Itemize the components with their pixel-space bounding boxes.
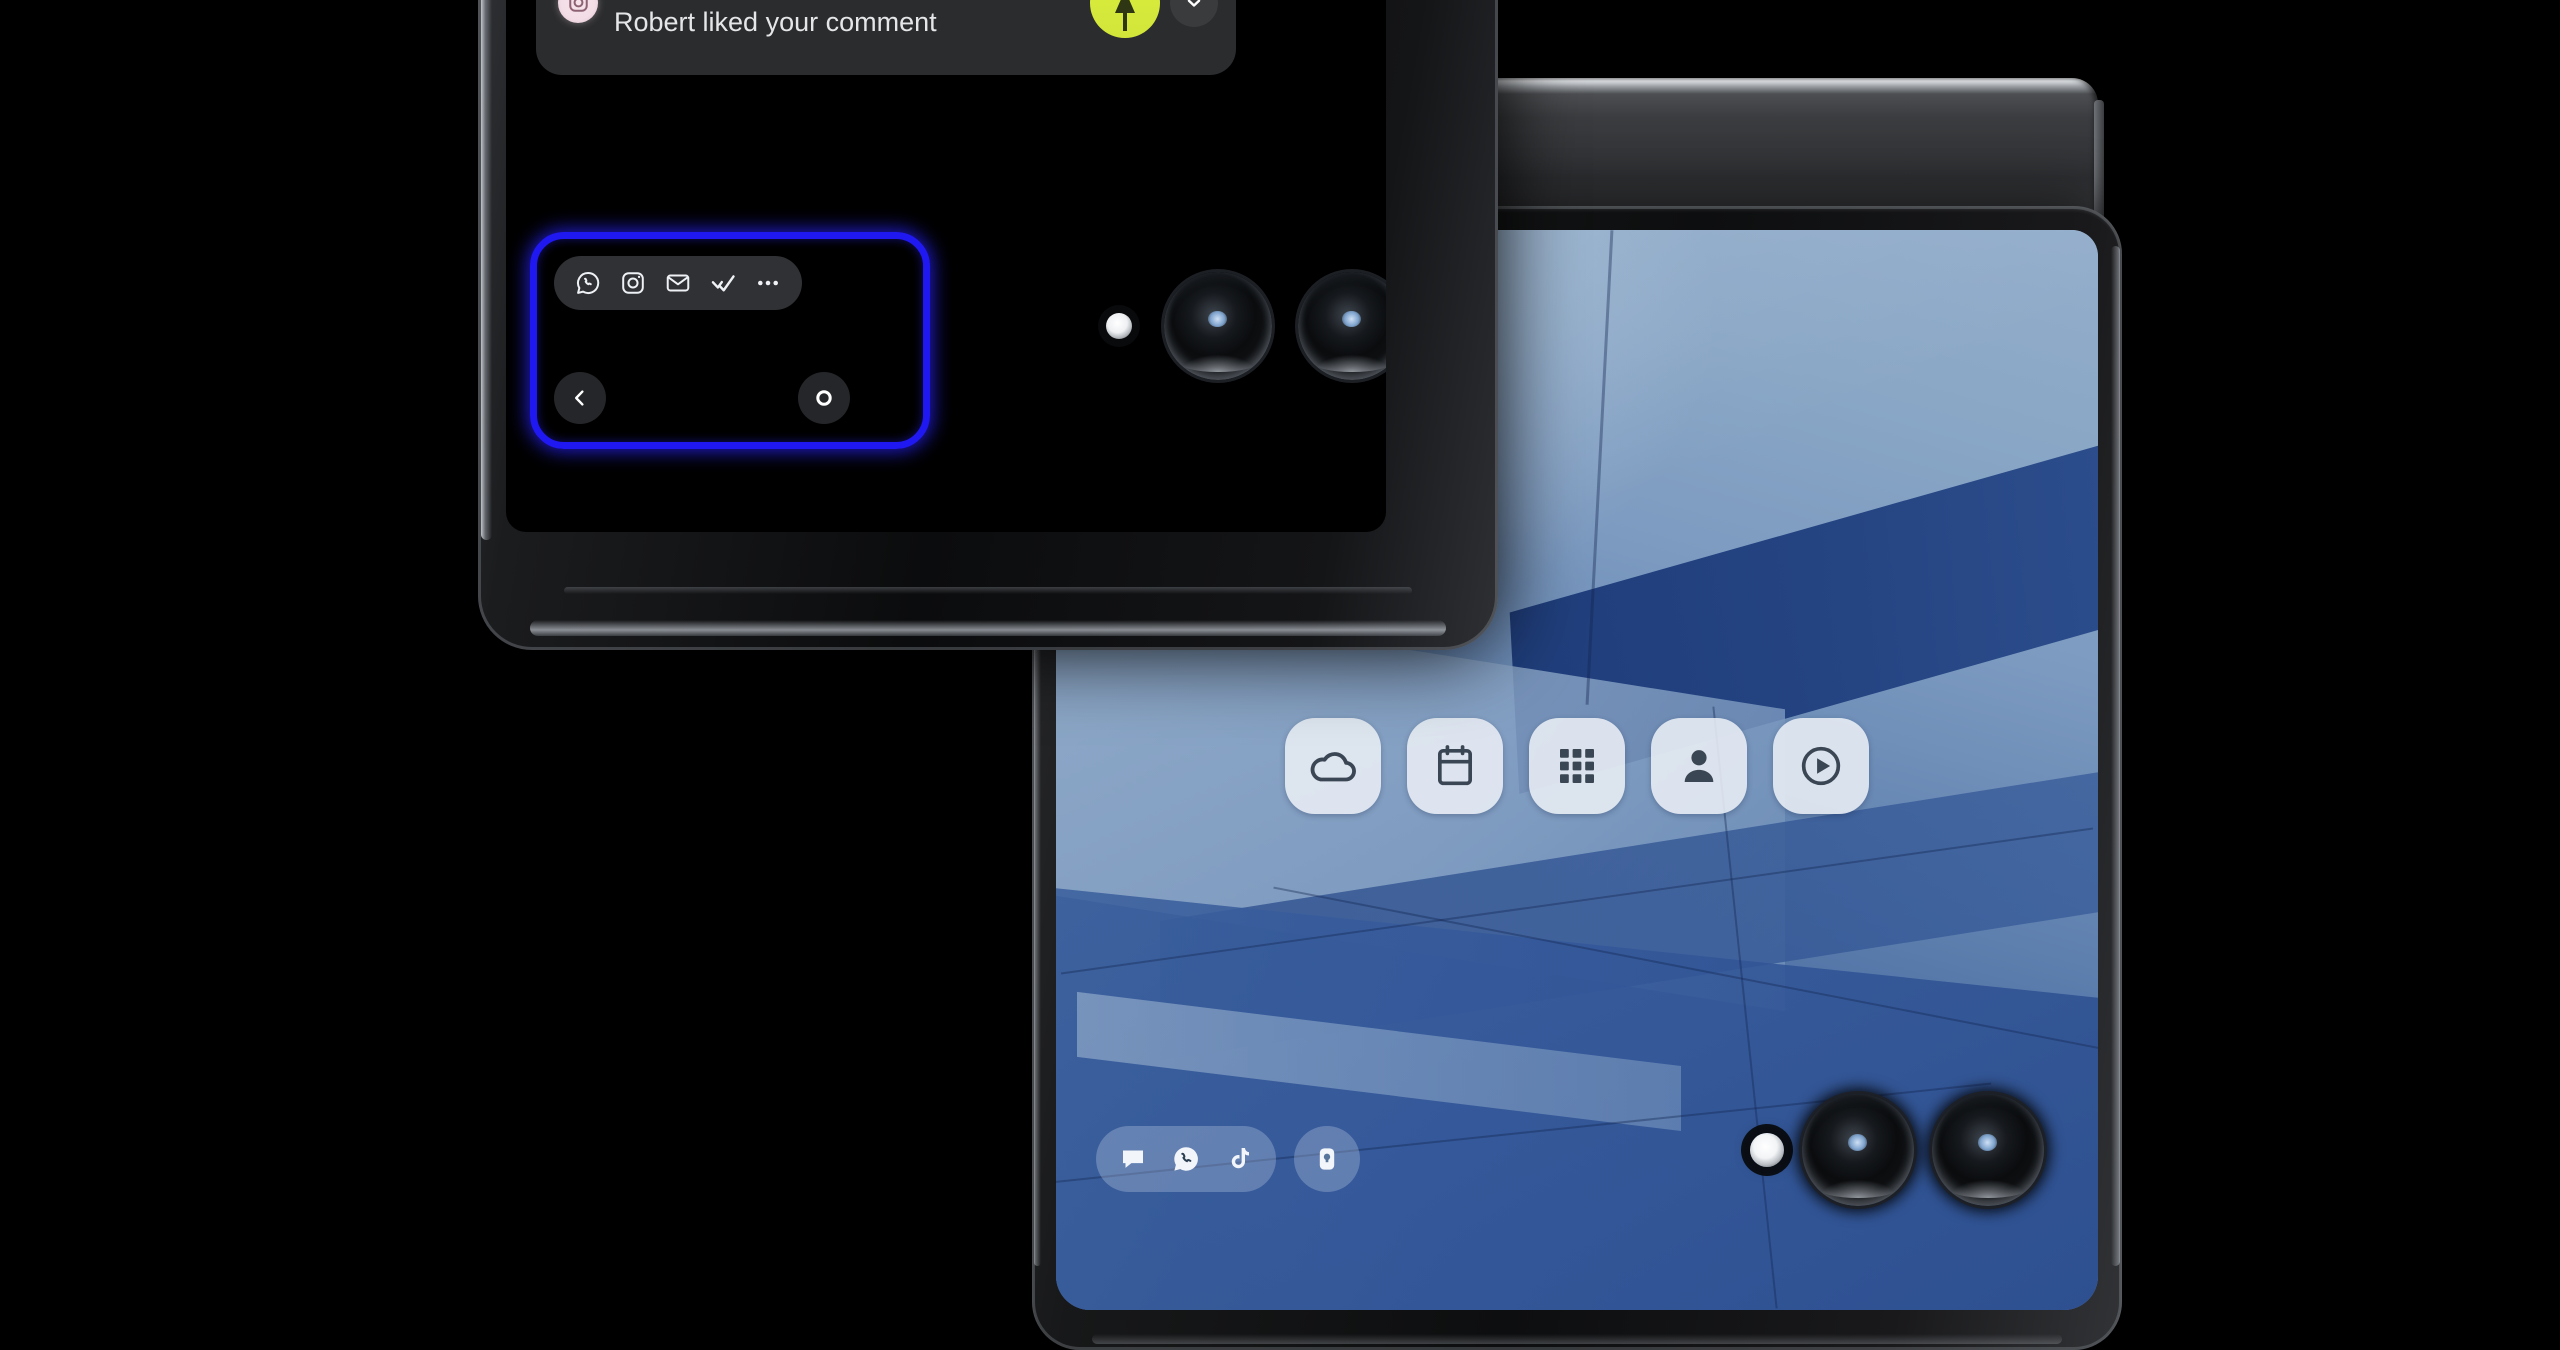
camera-lens-secondary [1932, 1094, 2044, 1206]
notification-card[interactable]: Instagram·Now Robert liked your comment [536, 0, 1236, 75]
instagram-icon [558, 0, 598, 23]
cover-camera-cluster [1106, 272, 1386, 380]
app-grid-icon [1553, 742, 1601, 790]
camera-lens-main [1802, 1094, 1914, 1206]
play-media-icon [1795, 740, 1847, 792]
notification-text: Instagram·Now Robert liked your comment [614, 0, 1078, 37]
app-tile-apps-grid[interactable] [1529, 718, 1625, 814]
app-tile-play[interactable] [1773, 718, 1869, 814]
highlight-annotation [530, 232, 930, 449]
screenshot-stage: Instagram·Now Robert liked your comment [0, 0, 2560, 1350]
cover-display[interactable]: Instagram·Now Robert liked your comment [506, 0, 1386, 532]
app-tile-contacts[interactable] [1651, 718, 1747, 814]
rear-camera-cluster [1750, 1094, 2044, 1206]
calendar-icon [1429, 740, 1481, 792]
photo-thumbnail [1090, 0, 1160, 38]
cover-bottom-inner-edge [564, 587, 1412, 594]
camera-lens-main [1164, 272, 1272, 380]
chassis-right-edge [2111, 246, 2120, 1266]
dock-pill-primary [1096, 1126, 1276, 1192]
home-dock [1096, 1126, 1360, 1192]
app-tile-calendar[interactable] [1407, 718, 1503, 814]
whatsapp-icon[interactable] [1170, 1143, 1202, 1175]
lock-icon[interactable] [1314, 1143, 1340, 1175]
app-tile-weather[interactable] [1285, 718, 1381, 814]
message-bubble-icon[interactable] [1118, 1144, 1148, 1174]
cloud-weather-icon [1306, 739, 1360, 793]
notification-message: Robert liked your comment [614, 6, 937, 37]
notification-stack: Instagram·Now Robert liked your comment [536, 0, 1236, 75]
chassis-bottom-edge [1092, 1334, 2062, 1344]
led-flash [1106, 313, 1132, 339]
camera-lens-secondary [1298, 272, 1386, 380]
home-app-row [1056, 718, 2098, 814]
dock-pill-secondary [1294, 1126, 1360, 1192]
cover-device: Instagram·Now Robert liked your comment [478, 0, 1498, 650]
tree-silhouette [1115, 0, 1135, 31]
chevron-down-icon[interactable] [1170, 0, 1218, 27]
cover-bottom-edge [530, 620, 1446, 636]
tiktok-icon[interactable] [1224, 1144, 1254, 1174]
led-flash [1750, 1133, 1784, 1167]
cover-left-edge [481, 0, 492, 540]
contact-person-icon [1673, 740, 1725, 792]
